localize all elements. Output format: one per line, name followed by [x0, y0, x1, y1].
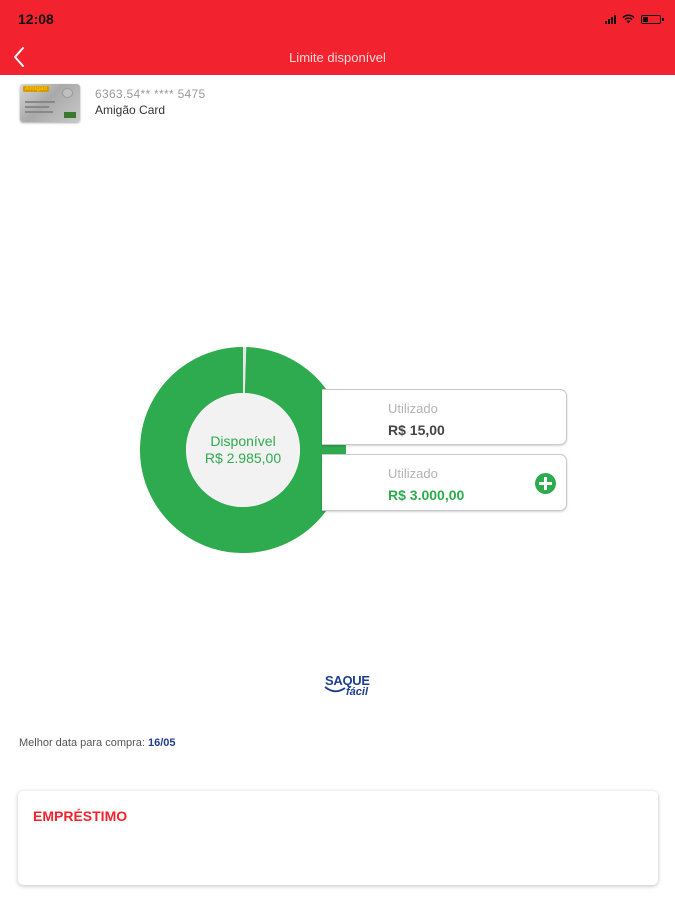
available-value: R$ 2.985,00 — [204, 450, 282, 466]
best-date-label: Melhor data para compra: — [19, 737, 145, 749]
best-date-value: 16/05 — [148, 737, 176, 749]
card-number: 6363.54** **** 5475 — [95, 87, 206, 101]
wifi-icon — [622, 14, 635, 24]
battery-icon — [641, 14, 664, 24]
page-title: Limite disponível — [289, 50, 386, 65]
card-brand-logo: Amigão — [23, 86, 50, 92]
best-purchase-date: Melhor data para compra: 16/05 — [19, 737, 176, 749]
available-label: Disponível — [210, 433, 276, 449]
loan-title: EMPRÉSTIMO — [33, 808, 128, 824]
signal-icon — [605, 14, 616, 24]
total-value: R$ 3.000,00 — [388, 487, 465, 503]
top-bar: 12:08 Limite disponível — [0, 0, 675, 75]
status-time: 12:08 — [18, 11, 54, 27]
plus-icon[interactable] — [535, 473, 556, 494]
saque-facil-logo[interactable]: SAQUE fácil — [320, 672, 380, 704]
used-value: R$ 15,00 — [388, 422, 445, 438]
status-icons — [605, 12, 664, 26]
used-limit-box: Utilizado R$ 15,00 — [322, 389, 567, 445]
smile-swoosh-icon — [324, 686, 346, 693]
card-image: Amigão — [20, 84, 80, 122]
card-name: Amigão Card — [95, 103, 166, 117]
loan-card[interactable]: EMPRÉSTIMO — [18, 791, 658, 885]
total-label: Utilizado — [388, 466, 438, 481]
used-label: Utilizado — [388, 401, 438, 416]
donut-center-label: Disponível R$ 2.985,00 — [140, 433, 346, 467]
total-limit-box: Utilizado R$ 3.000,00 — [322, 454, 567, 511]
